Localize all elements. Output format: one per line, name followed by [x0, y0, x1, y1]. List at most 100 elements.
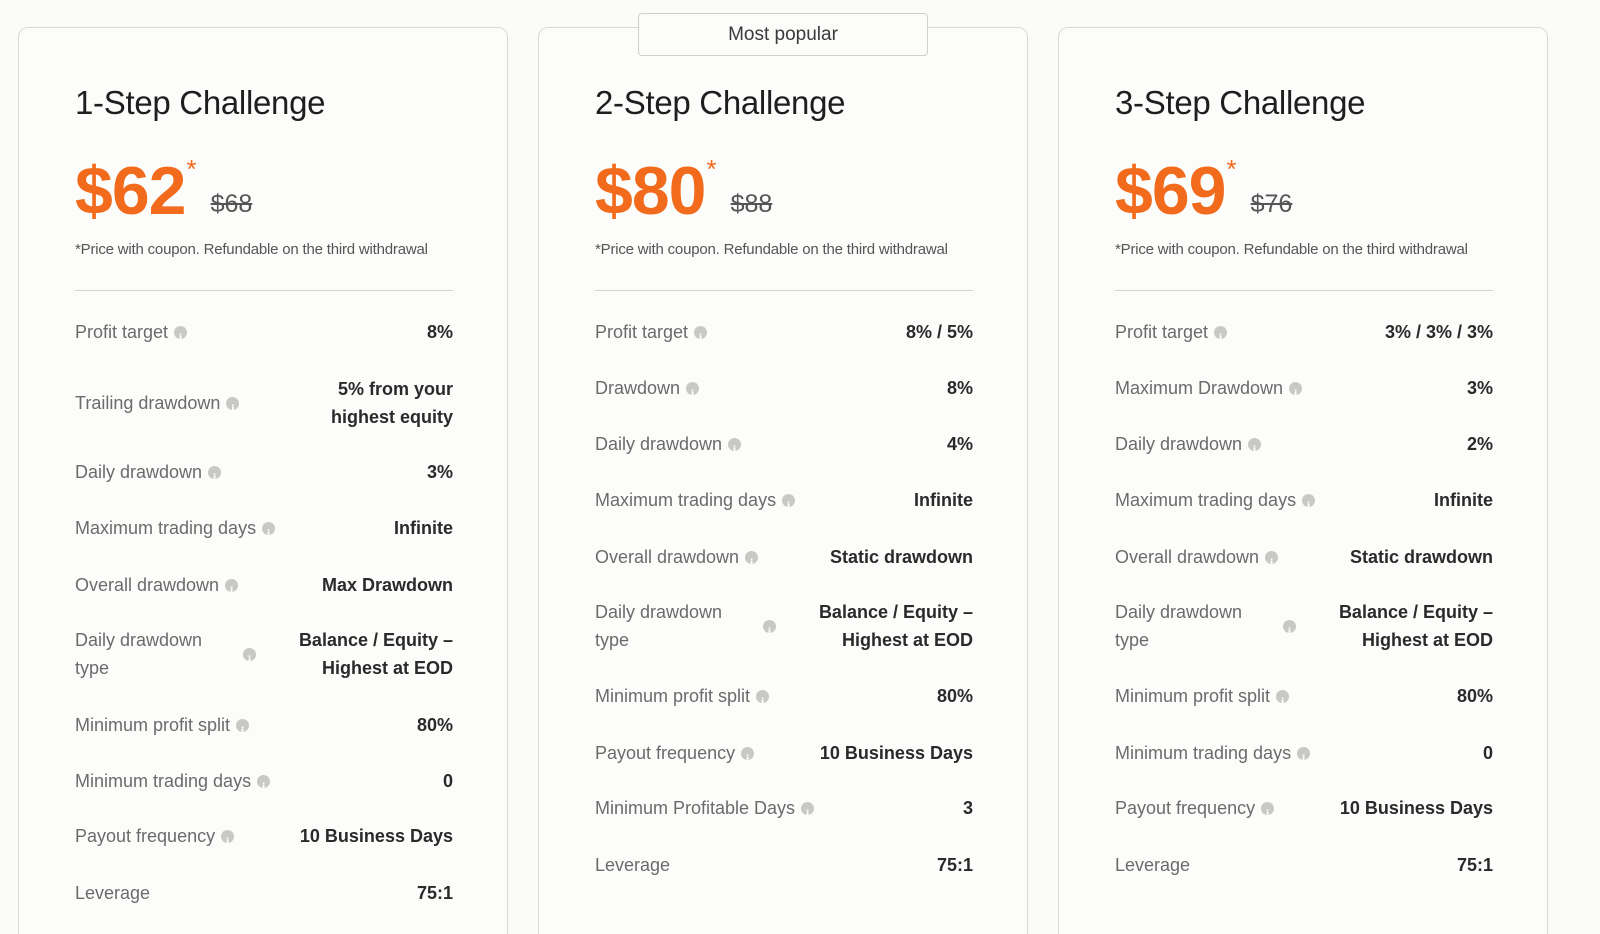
spec-label: Minimum profit split [75, 711, 250, 746]
spec-label: Payout frequency [595, 739, 755, 774]
spec-row: Minimum profit split 80% [595, 682, 973, 717]
spec-label: Daily drawdown [75, 458, 222, 493]
spec-row: Minimum profit split 80% [1115, 682, 1493, 717]
price-note: *Price with coupon. Refundable on the th… [595, 241, 948, 258]
spec-row: Overall drawdown Static drawdown [595, 543, 973, 578]
spec-label: Minimum profit split [595, 682, 770, 717]
info-icon[interactable] [225, 578, 239, 606]
info-icon[interactable] [257, 774, 271, 802]
info-icon[interactable] [1265, 550, 1279, 578]
spec-row: Leverage 75:1 [1115, 851, 1493, 879]
info-icon[interactable] [741, 746, 755, 774]
spec-label-text: Overall drawdown [75, 575, 220, 595]
info-icon[interactable] [226, 396, 240, 424]
spec-label: Daily drawdown [595, 430, 742, 465]
info-icon[interactable] [756, 689, 770, 717]
spec-label-text: Minimum profit split [595, 686, 751, 706]
spec-label-text: Daily drawdown [1115, 434, 1243, 454]
spec-row: Profit target 3% / 3% / 3% [1115, 318, 1493, 353]
spec-row: Daily drawdown type Balance / Equity – H… [595, 598, 973, 654]
info-icon[interactable] [1297, 746, 1311, 774]
spec-value: 75:1 [936, 855, 973, 875]
info-icon[interactable] [1248, 437, 1262, 465]
info-icon[interactable] [686, 381, 700, 409]
discounted-price: $62 [75, 153, 186, 229]
spec-label-text: Profit target [75, 322, 169, 342]
spec-label-text: Maximum Drawdown [1115, 378, 1284, 398]
info-icon[interactable] [801, 801, 815, 829]
info-icon[interactable] [1261, 801, 1275, 829]
spec-label-text: Minimum trading days [1115, 743, 1292, 763]
plan-title: 3-Step Challenge [1115, 84, 1366, 121]
spec-label: Maximum trading days [1115, 486, 1316, 521]
spec-label-text: Daily drawdown type [1115, 602, 1243, 650]
original-price: $88 [730, 190, 773, 218]
spec-row: Daily drawdown type Balance / Equity – H… [75, 626, 453, 682]
spec-label: Payout frequency [1115, 794, 1275, 829]
spec-row: Payout frequency 10 Business Days [75, 822, 453, 857]
plan-card-3-step[interactable]: 3-Step Challenge $69* $76 *Price with cou… [1058, 27, 1548, 934]
spec-value: 80% [1456, 686, 1493, 706]
info-icon[interactable] [745, 550, 759, 578]
info-icon[interactable] [208, 465, 222, 493]
plan-title: 2-Step Challenge [595, 84, 846, 121]
spec-label-text: Daily drawdown [75, 462, 203, 482]
spec-value: 4% [946, 434, 973, 454]
info-icon[interactable] [262, 521, 276, 549]
spec-value: Infinite [394, 518, 453, 538]
spec-label: Drawdown [595, 374, 700, 409]
spec-label-text: Leverage [1115, 855, 1191, 875]
info-icon[interactable] [1214, 325, 1228, 353]
spec-value: 0 [1482, 743, 1493, 763]
spec-value: Balance / Equity – Highest at EOD [818, 602, 973, 650]
spec-row: Maximum trading days Infinite [595, 486, 973, 521]
spec-label: Profit target [75, 318, 188, 353]
price-note: *Price with coupon. Refundable on the th… [75, 241, 428, 258]
plan-card-2-step[interactable]: 2-Step Challenge $80* $88 *Price with cou… [538, 27, 1028, 934]
spec-row: Leverage 75:1 [75, 879, 453, 907]
spec-value: 75:1 [1456, 855, 1493, 875]
spec-label-text: Maximum trading days [1115, 490, 1297, 510]
spec-row: Payout frequency 10 Business Days [1115, 794, 1493, 829]
spec-label-text: Payout frequency [595, 743, 736, 763]
spec-label-text: Minimum trading days [75, 771, 252, 791]
info-icon[interactable] [174, 325, 188, 353]
spec-label: Leverage [595, 851, 670, 879]
spec-value: 0 [442, 771, 453, 791]
info-icon[interactable] [1276, 689, 1290, 717]
spec-value: Balance / Equity – Highest at EOD [1338, 602, 1493, 650]
info-icon[interactable] [694, 325, 708, 353]
spec-value: 3% / 3% / 3% [1384, 322, 1493, 342]
price-row: $62* $68 [75, 153, 252, 229]
info-icon[interactable] [236, 718, 250, 746]
price-row: $69* $76 [1115, 154, 1292, 226]
spec-label-text: Minimum Profitable Days [595, 798, 796, 818]
spec-value: 8% [946, 378, 973, 398]
plan-card-1-step[interactable]: 1-Step Challenge $62* $68 *Price with cou… [18, 27, 508, 934]
spec-label: Profit target [1115, 318, 1228, 353]
spec-label: Minimum trading days [75, 767, 271, 802]
spec-label: Trailing drawdown [75, 389, 240, 424]
spec-value: Static drawdown [1349, 547, 1493, 567]
info-icon[interactable] [1283, 619, 1296, 647]
info-icon[interactable] [728, 437, 742, 465]
spec-label-text: Maximum trading days [75, 518, 257, 538]
spec-value: 10 Business Days [299, 826, 453, 846]
info-icon[interactable] [782, 493, 796, 521]
spec-label-text: Overall drawdown [1115, 547, 1260, 567]
info-icon[interactable] [763, 619, 776, 647]
info-icon[interactable] [221, 829, 235, 857]
spec-label: Daily drawdown type [1115, 598, 1296, 654]
divider [1115, 290, 1493, 291]
spec-label: Minimum trading days [1115, 739, 1311, 774]
spec-value: Balance / Equity – Highest at EOD [298, 630, 453, 678]
info-icon[interactable] [1302, 493, 1316, 521]
most-popular-badge: Most popular [638, 13, 928, 56]
spec-label-text: Leverage [595, 855, 671, 875]
info-icon[interactable] [243, 647, 256, 675]
spec-label: Overall drawdown [75, 571, 239, 606]
spec-label-text: Profit target [595, 322, 689, 342]
spec-label-text: Profit target [1115, 322, 1209, 342]
info-icon[interactable] [1289, 381, 1303, 409]
spec-row: Overall drawdown Max Drawdown [75, 571, 453, 606]
